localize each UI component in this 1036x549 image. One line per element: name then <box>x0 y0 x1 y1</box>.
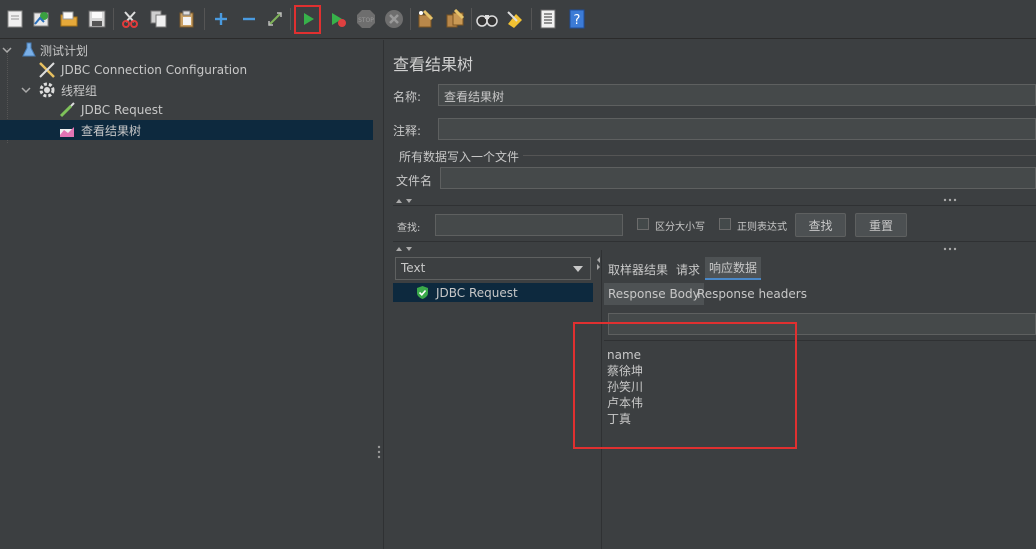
tree-label: 测试计划 <box>40 43 89 58</box>
toolbar: STOP ? <box>0 0 1036 39</box>
clear-icon[interactable] <box>415 8 437 30</box>
tree-item-test-plan[interactable]: 测试计划 <box>0 40 373 60</box>
copy-icon[interactable] <box>148 8 170 30</box>
function-helper-icon[interactable] <box>537 8 559 30</box>
name-label: 名称: <box>393 90 422 104</box>
filename-field[interactable] <box>440 167 1036 189</box>
reset-button[interactable]: 重置 <box>855 213 907 237</box>
response-highlight <box>573 322 797 449</box>
comment-field[interactable] <box>438 118 1036 140</box>
file-group-divider <box>523 155 1036 156</box>
start-highlight <box>294 5 321 34</box>
result-label: JDBC Request <box>436 286 518 300</box>
tree-item-view-results-tree[interactable]: 查看结果树 <box>0 120 373 140</box>
result-item[interactable]: JDBC Request <box>393 283 593 302</box>
flask-icon <box>22 42 36 57</box>
subtab-response-body[interactable]: Response Body <box>604 283 704 305</box>
test-plan-tree: 测试计划 JDBC Connection Configuration 线程组 J… <box>0 40 375 549</box>
split-arrows-icon[interactable] <box>395 245 421 253</box>
split-arrows-icon[interactable] <box>395 197 421 205</box>
drag-handle-icon[interactable] <box>943 198 957 202</box>
cut-icon[interactable] <box>119 8 141 30</box>
tab-response-data[interactable]: 响应数据 <box>705 257 762 280</box>
page-title: 查看结果树 <box>393 55 474 74</box>
tree-label: 查看结果树 <box>81 123 142 138</box>
clear-all-icon[interactable] <box>444 8 466 30</box>
find-button[interactable]: 查找 <box>795 213 846 237</box>
chevron-down-icon[interactable] <box>2 45 12 55</box>
wrench-icon <box>39 62 55 78</box>
paste-icon[interactable] <box>176 8 198 30</box>
expand-icon[interactable] <box>210 8 232 30</box>
stop-icon[interactable]: STOP <box>355 8 377 30</box>
shutdown-icon[interactable] <box>383 8 405 30</box>
regex-label: 正则表达式 <box>737 222 787 233</box>
help-icon[interactable]: ? <box>566 8 588 30</box>
chevron-down-icon <box>573 266 583 272</box>
search-input[interactable] <box>435 214 623 236</box>
tree-label: JDBC Connection Configuration <box>61 63 248 77</box>
search-label: 查找: <box>397 223 421 234</box>
gear-icon <box>39 82 55 98</box>
new-icon[interactable] <box>4 8 26 30</box>
view-results-tree-panel: 查看结果树 名称: 查看结果树 注释: 所有数据写入一个文件 文件名 查找: 区… <box>383 40 1036 549</box>
success-shield-icon <box>417 286 428 299</box>
search-icon[interactable] <box>476 8 498 30</box>
reset-search-icon[interactable] <box>504 8 526 30</box>
chart-icon <box>60 127 74 137</box>
renderer-value: Text <box>401 261 426 275</box>
tree-item-jdbc-request[interactable]: JDBC Request <box>0 100 373 120</box>
regex-checkbox[interactable] <box>719 218 731 230</box>
tab-sampler-result[interactable]: 取样器结果 <box>608 261 668 278</box>
comment-label: 注释: <box>393 124 422 138</box>
templates-icon[interactable] <box>30 8 52 30</box>
start-no-pause-icon[interactable] <box>327 8 349 30</box>
drag-handle-icon[interactable] <box>943 247 957 251</box>
save-icon[interactable] <box>86 8 108 30</box>
svg-text:?: ? <box>574 13 581 28</box>
file-group-label: 所有数据写入一个文件 <box>399 150 520 164</box>
subtab-response-headers[interactable]: Response headers <box>697 287 807 301</box>
renderer-select[interactable]: Text <box>395 257 591 280</box>
tab-request[interactable]: 请求 <box>676 261 700 278</box>
filename-label: 文件名 <box>396 174 433 188</box>
open-icon[interactable] <box>58 8 80 30</box>
tree-label: 线程组 <box>61 83 98 98</box>
tree-label: JDBC Request <box>81 103 163 117</box>
case-sensitive-checkbox[interactable] <box>637 218 649 230</box>
tree-item-jdbc-config[interactable]: JDBC Connection Configuration <box>0 60 373 80</box>
chevron-down-icon[interactable] <box>21 85 31 95</box>
toggle-icon[interactable] <box>264 8 286 30</box>
name-field[interactable]: 查看结果树 <box>438 84 1036 106</box>
case-sensitive-label: 区分大小写 <box>655 222 705 233</box>
svg-text:STOP: STOP <box>358 17 374 24</box>
tree-item-thread-group[interactable]: 线程组 <box>0 80 373 100</box>
collapse-icon[interactable] <box>238 8 260 30</box>
pipette-icon <box>59 102 75 118</box>
